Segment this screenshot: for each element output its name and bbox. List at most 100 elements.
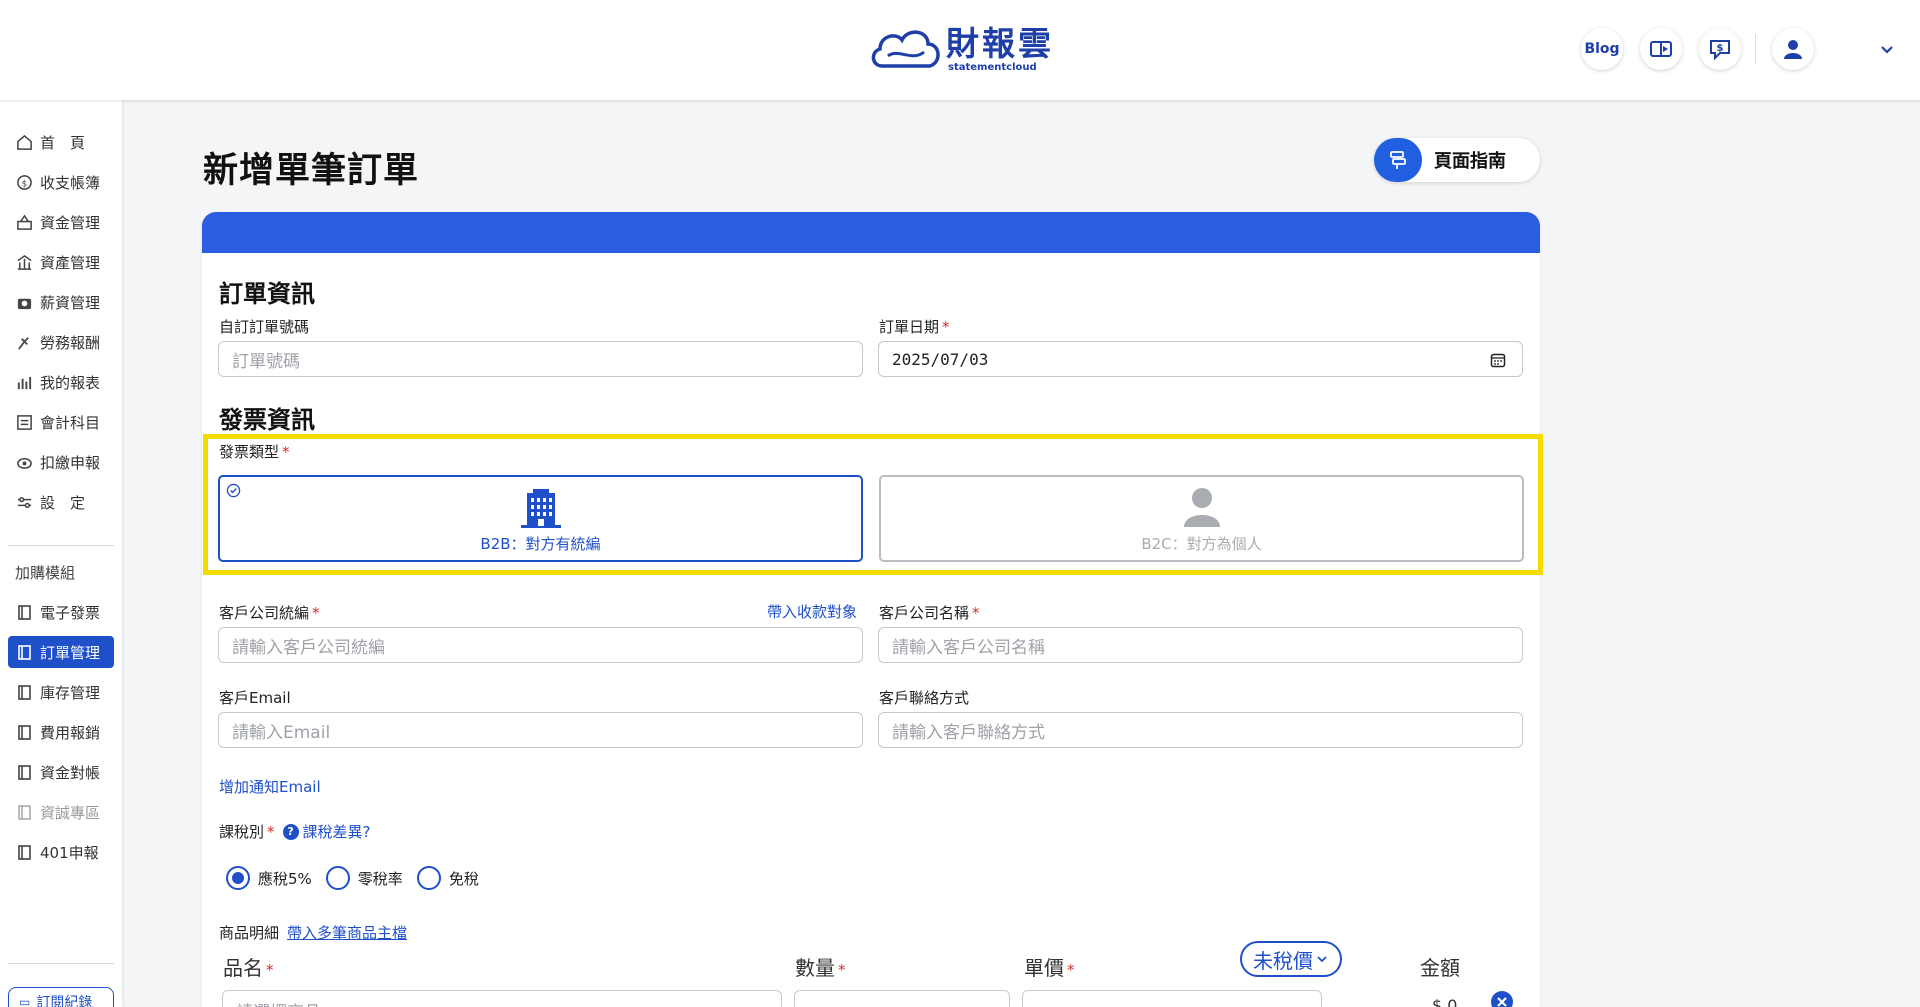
radio-unchecked[interactable] xyxy=(416,866,441,890)
sidebar-item-label: 401申報 xyxy=(40,843,99,862)
sidebar-item-label: 會計科目 xyxy=(40,413,101,432)
radio-label: 應稅5% xyxy=(258,869,312,888)
chevron-down-icon[interactable] xyxy=(1876,38,1898,60)
check-circle-icon xyxy=(226,483,241,498)
sidebar: 首 頁 $ 收支帳簿 資金管理 資產管理 薪資管理 勞務報酬 我的報表 會計科目… xyxy=(0,100,122,1007)
b2c-option-label: B2C：對方為個人 xyxy=(1141,535,1262,553)
sidebar-item-settings[interactable]: 設 定 xyxy=(8,486,114,518)
radio-label: 零稅率 xyxy=(357,869,403,888)
order-date-label: 訂單日期 * xyxy=(879,316,950,337)
order-date-input[interactable]: 2025/07/03 xyxy=(878,341,1523,377)
calendar-icon[interactable] xyxy=(1490,352,1506,368)
sidebar-item-fund[interactable]: 資金管理 xyxy=(8,206,114,238)
module-icon xyxy=(15,843,33,861)
top-header: 財報雲 statementcloud Blog $ xyxy=(0,0,1920,100)
invoice-info-title: 發票資訊 xyxy=(219,406,315,434)
column-unit-price-text: 單價 xyxy=(1024,956,1064,980)
support-chat-button[interactable]: $ xyxy=(1699,28,1741,70)
custom-order-no-input[interactable]: 訂單號碼 xyxy=(218,341,863,377)
product-select[interactable]: 請選擇商品 xyxy=(222,990,782,1007)
sidebar-item-home[interactable]: 首 頁 xyxy=(8,126,114,158)
logo-english-text: statementcloud xyxy=(948,62,1037,73)
card-header-bar xyxy=(202,212,1540,253)
required-mark: * xyxy=(1067,961,1075,979)
sidebar-divider xyxy=(8,545,114,546)
withholding-icon xyxy=(15,453,33,471)
sidebar-item-inventory[interactable]: 庫存管理 xyxy=(8,676,114,708)
sidebar-item-salary[interactable]: 薪資管理 xyxy=(8,286,114,318)
salary-icon xyxy=(15,293,33,311)
sidebar-item-pwc-zone[interactable]: 資誠專區 xyxy=(8,796,114,828)
required-mark: * xyxy=(312,604,320,622)
order-info-title: 訂單資訊 xyxy=(219,280,315,308)
chevron-down-icon xyxy=(1317,956,1327,963)
question-icon[interactable]: ? xyxy=(282,823,299,840)
invoice-type-b2c-option[interactable]: B2C：對方為個人 xyxy=(879,475,1524,562)
sidebar-item-401-filing[interactable]: 401申報 xyxy=(8,836,114,868)
required-mark: * xyxy=(267,822,275,841)
column-quantity-text: 數量 xyxy=(795,956,835,980)
video-book-icon xyxy=(1650,41,1672,57)
sidebar-item-e-invoice[interactable]: 電子發票 xyxy=(8,596,114,628)
import-product-master-link[interactable]: 帶入多筆商品主檔 xyxy=(287,922,407,943)
remove-row-icon[interactable] xyxy=(1490,990,1514,1007)
product-details-label: 商品明細 xyxy=(219,924,280,942)
amount-value: $ 0 xyxy=(1432,996,1458,1007)
radio-unchecked[interactable] xyxy=(325,866,350,890)
tax-difference-link[interactable]: 課稅差異? xyxy=(303,821,371,842)
fund-icon xyxy=(15,213,33,231)
invoice-type-b2b-option[interactable]: B2B：對方有統編 xyxy=(218,475,863,562)
product-details-row: 商品明細 帶入多筆商品主檔 xyxy=(219,922,407,943)
order-date-label-text: 訂單日期 xyxy=(879,318,940,336)
blog-button[interactable]: Blog xyxy=(1581,28,1623,70)
sidebar-item-account[interactable]: 會計科目 xyxy=(8,406,114,438)
asset-icon xyxy=(15,253,33,271)
chat-help-icon: $ xyxy=(1710,40,1730,61)
tax-option-taxable[interactable]: 應稅5% xyxy=(226,866,312,890)
price-mode-label: 未稅價 xyxy=(1253,948,1313,973)
customer-email-input[interactable]: 請輸入Email xyxy=(218,712,863,748)
quantity-input[interactable] xyxy=(794,990,1010,1007)
video-tutorial-button[interactable] xyxy=(1640,28,1682,70)
required-mark: * xyxy=(266,961,274,979)
column-quantity: 數量 * xyxy=(795,952,846,981)
customer-contact-input[interactable]: 請輸入客戶聯絡方式 xyxy=(878,712,1523,748)
sidebar-item-reconcile[interactable]: 資金對帳 xyxy=(8,756,114,788)
sidebar-item-label: 電子發票 xyxy=(40,603,101,622)
subscription-record-button[interactable]: ▭ 訂閱紀錄 xyxy=(8,987,114,1007)
statementcloud-logo[interactable]: 財報雲 statementcloud xyxy=(868,22,1054,78)
price-mode-dropdown[interactable]: 未稅價 xyxy=(1240,941,1342,977)
header-divider xyxy=(1755,34,1756,64)
sidebar-item-labor[interactable]: 勞務報酬 xyxy=(8,326,114,358)
column-amount: 金額 xyxy=(1420,956,1460,980)
svg-text:$: $ xyxy=(1717,43,1724,54)
radio-checked[interactable] xyxy=(226,866,250,890)
sidebar-item-report[interactable]: 我的報表 xyxy=(8,366,114,398)
sidebar-item-label: 薪資管理 xyxy=(40,293,101,312)
customer-company-name-label: 客戶公司名稱 * xyxy=(879,602,980,623)
customer-company-name-input[interactable]: 請輸入客戶公司名稱 xyxy=(878,627,1523,663)
customer-contact-label: 客戶聯絡方式 xyxy=(879,689,970,707)
tax-option-exempt[interactable]: 免稅 xyxy=(416,866,479,890)
tax-option-zero-rate[interactable]: 零稅率 xyxy=(325,866,403,890)
sidebar-item-label: 訂單管理 xyxy=(40,643,101,662)
add-notify-email-link[interactable]: 增加通知Email xyxy=(219,776,321,797)
tax-type-radio-group: 應稅5% 零稅率 免稅 xyxy=(226,866,493,890)
import-payee-link[interactable]: 帶入收款對象 xyxy=(767,601,857,622)
sidebar-item-label: 扣繳申報 xyxy=(40,453,101,472)
customer-email-label: 客戶Email xyxy=(219,689,291,707)
user-avatar-button[interactable] xyxy=(1772,28,1814,70)
sidebar-item-ledger[interactable]: $ 收支帳簿 xyxy=(8,166,114,198)
sidebar-item-order-management[interactable]: 訂單管理 xyxy=(8,636,114,668)
unit-price-input[interactable] xyxy=(1022,990,1322,1007)
sidebar-item-label: 資誠專區 xyxy=(40,803,101,822)
customer-tax-id-input[interactable]: 請輸入客戶公司統編 xyxy=(218,627,863,663)
sidebar-item-asset[interactable]: 資產管理 xyxy=(8,246,114,278)
page-guide-label: 頁面指南 xyxy=(1434,151,1506,172)
order-date-value: 2025/07/03 xyxy=(892,349,989,369)
person-icon xyxy=(1183,488,1220,527)
sidebar-item-expense[interactable]: 費用報銷 xyxy=(8,716,114,748)
page-guide-button[interactable]: 頁面指南 xyxy=(1374,138,1540,182)
sidebar-item-withholding[interactable]: 扣繳申報 xyxy=(8,446,114,478)
invoice-type-label-text: 發票類型 xyxy=(219,443,280,461)
